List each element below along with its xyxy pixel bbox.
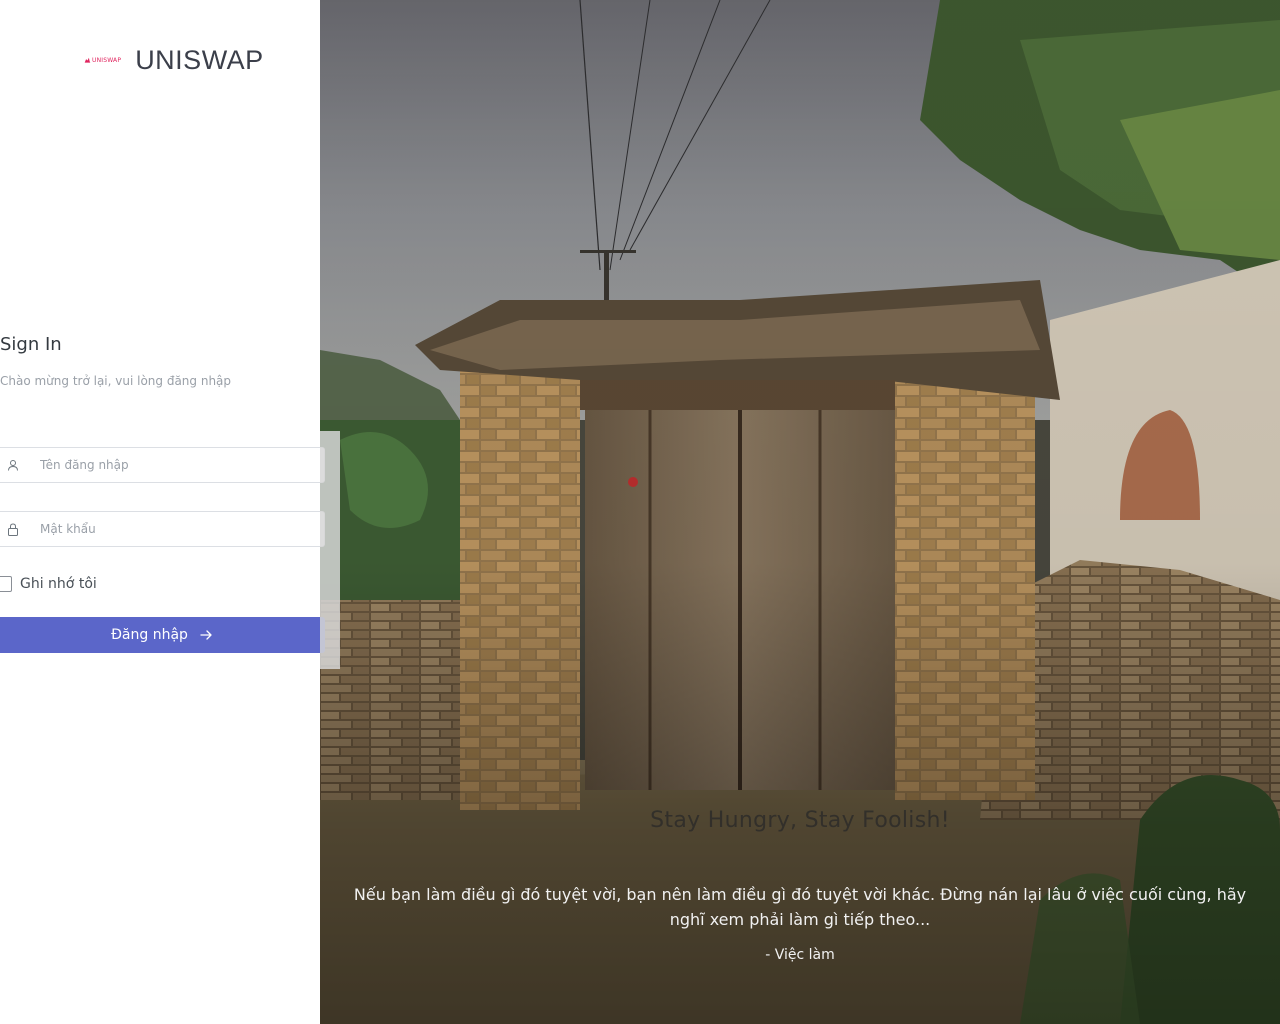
hero-panel: Stay Hungry, Stay Foolish! Nếu bạn làm đ… [320,0,1280,1024]
remember-me[interactable]: Ghi nhớ tôi [0,576,97,592]
remember-label: Ghi nhớ tôi [20,576,97,592]
user-icon [6,458,20,472]
quote-body: Nếu bạn làm điều gì đó tuyệt vời, bạn nê… [353,885,1247,929]
remember-checkbox[interactable] [0,576,12,592]
panel-divider [320,431,340,669]
login-panel: UNISWAP UNISWAP Sign In Chào mừng trở lạ… [0,0,325,1024]
brand[interactable]: UNISWAP UNISWAP [84,40,264,80]
brand-logo: UNISWAP [84,57,121,64]
quote-title: Stay Hungry, Stay Foolish! [650,808,950,833]
brand-logo-text: UNISWAP [92,56,122,64]
login-button-label: Đăng nhập [111,627,188,643]
login-page: Stay Hungry, Stay Foolish! Nếu bạn làm đ… [0,0,1280,1024]
login-button[interactable]: Đăng nhập [0,617,325,653]
arrow-right-icon [200,628,214,642]
password-field[interactable] [0,511,325,547]
username-field[interactable] [0,447,325,483]
lock-icon [6,522,20,536]
signin-title: Sign In [0,334,62,355]
unicorn-icon [84,57,91,63]
hero-overlay [320,0,1280,1024]
username-input[interactable] [38,457,302,473]
password-input[interactable] [38,521,302,537]
signin-subtitle: Chào mừng trở lại, vui lòng đăng nhập [0,374,232,388]
brand-name: UNISWAP [135,44,264,75]
quote-author: - Việc làm [765,947,835,963]
